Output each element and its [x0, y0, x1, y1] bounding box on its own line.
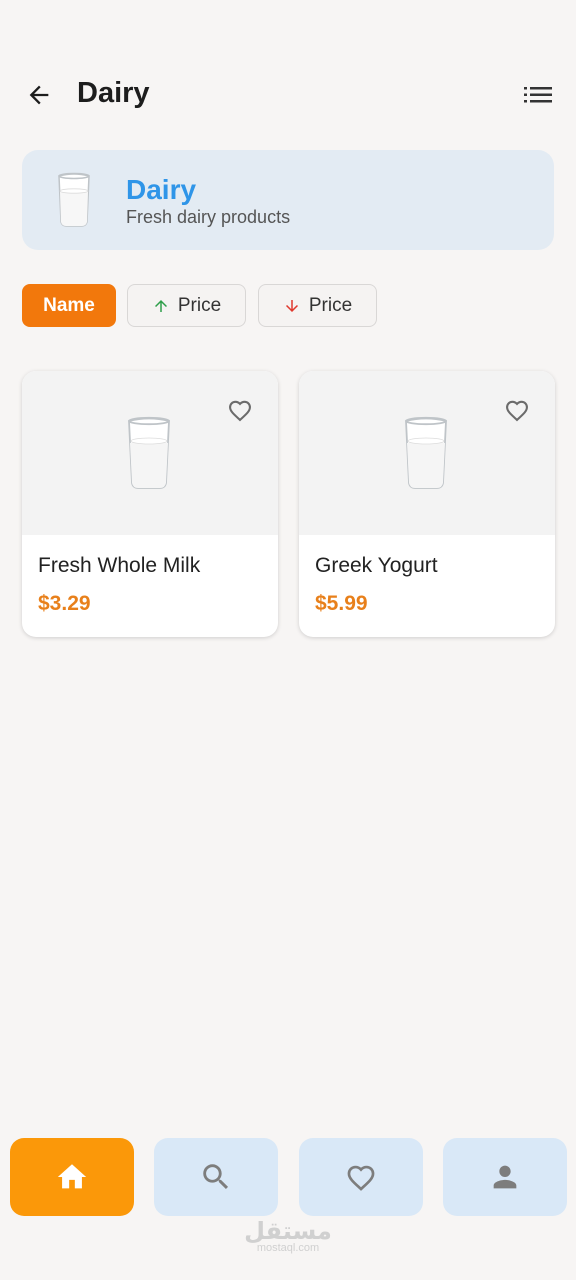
heart-outline-icon [506, 400, 528, 422]
product-price: $3.29 [38, 592, 91, 615]
chip-label: Price [308, 294, 353, 316]
milk-glass-icon [405, 416, 447, 489]
favorite-button[interactable] [224, 395, 256, 425]
sort-by-name-chip[interactable]: Name [22, 284, 116, 327]
list-icon [524, 87, 552, 103]
arrow-down-icon [285, 299, 298, 312]
back-button[interactable] [22, 78, 56, 112]
person-icon [493, 1165, 517, 1189]
page-title: Dairy [77, 77, 150, 109]
watermark: مستقل mostaql.com [0, 1217, 576, 1254]
arrow-up-icon [154, 299, 167, 312]
search-icon [203, 1164, 229, 1190]
chip-label: Name [43, 294, 95, 316]
sort-price-ascending-chip[interactable]: Price [127, 284, 246, 327]
nav-profile-button[interactable] [443, 1138, 567, 1216]
nav-search-button[interactable] [154, 1138, 278, 1216]
milk-glass-icon [128, 416, 170, 489]
watermark-url: mostaql.com [256, 1242, 320, 1254]
app-header: Dairy [0, 66, 576, 124]
product-image [22, 371, 278, 535]
heart-outline-icon [229, 400, 251, 422]
category-banner: Dairy Fresh dairy products [22, 150, 554, 250]
milk-glass-icon [58, 172, 90, 227]
product-name: Greek Yogurt [315, 554, 438, 577]
banner-title: Dairy [126, 174, 197, 205]
product-card[interactable]: Fresh Whole Milk $3.29 [22, 371, 278, 637]
product-price: $5.99 [315, 592, 368, 615]
heart-icon [347, 1165, 375, 1191]
nav-favorites-button[interactable] [299, 1138, 423, 1216]
product-image [299, 371, 555, 535]
nav-home-button[interactable] [10, 1138, 134, 1216]
banner-subtitle: Fresh dairy products [126, 207, 291, 227]
watermark-logo-text: مستقل [244, 1217, 332, 1245]
arrow-left-icon [29, 85, 49, 105]
product-name: Fresh Whole Milk [38, 554, 201, 577]
sort-price-descending-chip[interactable]: Price [258, 284, 377, 327]
list-view-button[interactable] [522, 80, 554, 110]
home-icon [57, 1164, 87, 1189]
favorite-button[interactable] [501, 395, 533, 425]
product-card[interactable]: Greek Yogurt $5.99 [299, 371, 555, 637]
chip-label: Price [177, 294, 222, 316]
